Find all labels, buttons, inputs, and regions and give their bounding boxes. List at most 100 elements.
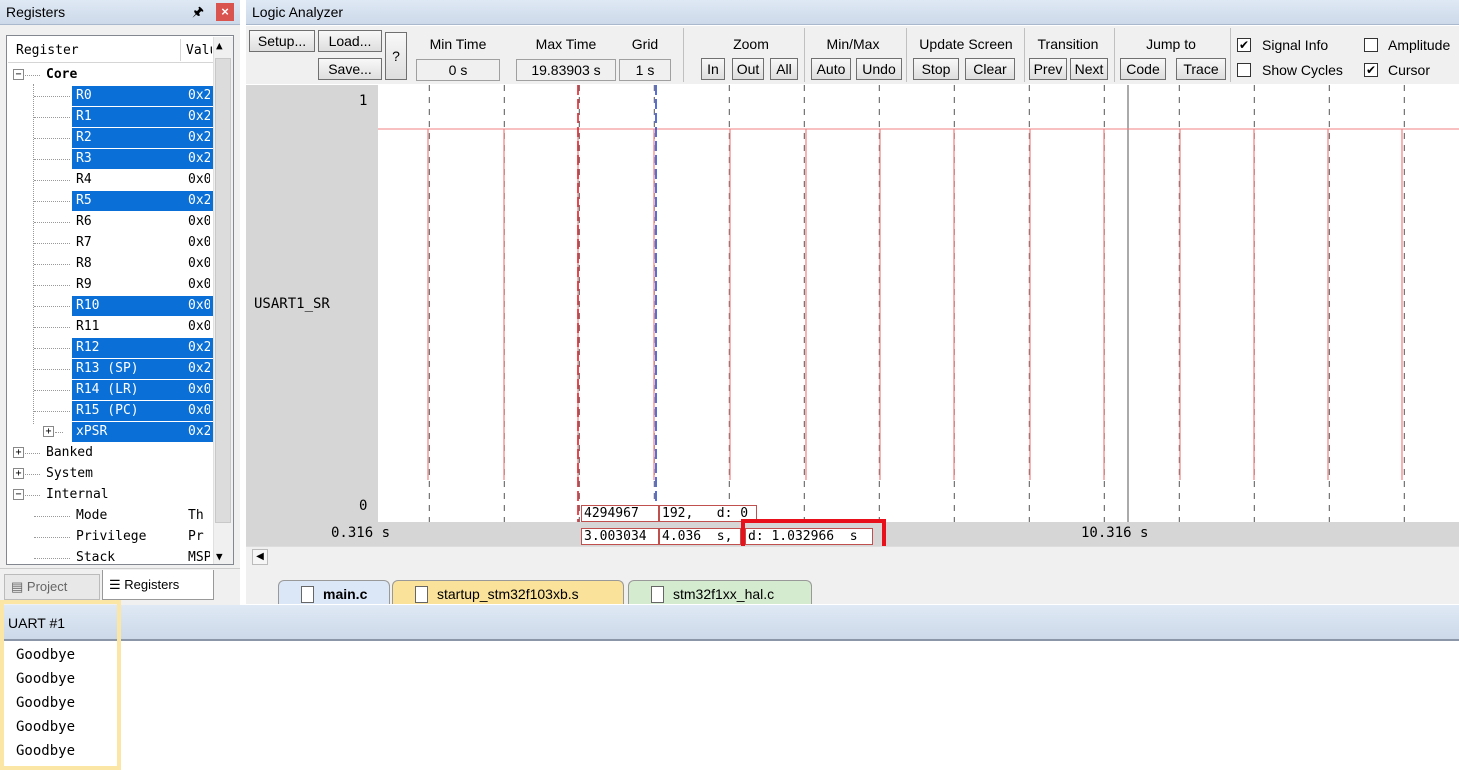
register-row[interactable]: Privilege Pr bbox=[8, 527, 213, 547]
tab-registers-label: Registers bbox=[124, 577, 180, 592]
editor-tab-label: startup_stm32f103xb.s bbox=[437, 586, 579, 602]
signal-info-checkbox[interactable]: ✔ bbox=[1237, 38, 1251, 52]
tree-connector bbox=[34, 96, 70, 97]
expand-icon[interactable]: + bbox=[43, 426, 54, 437]
column-header-register[interactable]: Register bbox=[16, 43, 79, 58]
pin-icon[interactable]: 🖈 bbox=[192, 3, 204, 25]
scroll-down-icon[interactable]: ▼ bbox=[216, 550, 223, 563]
register-row[interactable]: R15 (PC) 0x0 bbox=[8, 401, 214, 421]
project-icon: ▤ bbox=[11, 579, 27, 594]
register-row[interactable]: R11 0x0 bbox=[8, 317, 213, 337]
signal-name-usart1-sr[interactable]: USART1_SR bbox=[254, 296, 330, 312]
tree-connector bbox=[34, 327, 70, 328]
register-row[interactable]: R5 0x2 bbox=[8, 191, 214, 211]
register-row[interactable]: Mode Th bbox=[8, 506, 213, 526]
register-row[interactable]: R12 0x2 bbox=[8, 338, 214, 358]
register-name: R15 (PC) bbox=[72, 401, 139, 421]
tree-connector bbox=[25, 495, 40, 496]
stop-button[interactable]: Stop bbox=[913, 58, 959, 80]
register-name: R0 bbox=[72, 86, 92, 106]
register-row[interactable]: R10 0x0 bbox=[8, 296, 214, 316]
register-row[interactable]: R7 0x0 bbox=[8, 233, 213, 253]
register-row[interactable]: + System bbox=[8, 464, 213, 484]
undo-button[interactable]: Undo bbox=[856, 58, 902, 80]
zoom-in-button[interactable]: In bbox=[701, 58, 725, 80]
registers-icon: ☰ bbox=[109, 577, 125, 592]
panel-tabs: ▤ Project ☰ Registers bbox=[0, 568, 240, 604]
register-row[interactable]: R0 0x2 bbox=[8, 86, 214, 106]
file-icon bbox=[415, 586, 428, 603]
register-row[interactable]: R6 0x0 bbox=[8, 212, 213, 232]
cursor-time-readout: 3.003034 bbox=[581, 528, 659, 545]
register-row[interactable]: + Banked bbox=[8, 443, 213, 463]
register-row[interactable]: Stack MSP bbox=[8, 548, 213, 564]
register-row[interactable]: R1 0x2 bbox=[8, 107, 214, 127]
waveform-plot[interactable] bbox=[378, 85, 1459, 522]
editor-tab-startup[interactable]: startup_stm32f103xb.s bbox=[392, 580, 624, 604]
cursor-current-time-readout: 4.036 s, bbox=[659, 528, 741, 545]
register-name: R2 bbox=[72, 128, 92, 148]
editor-tab-main-c[interactable]: main.c bbox=[278, 580, 390, 604]
zoom-label: Zoom bbox=[733, 36, 769, 52]
next-button[interactable]: Next bbox=[1070, 58, 1108, 80]
scroll-up-icon[interactable]: ▲ bbox=[216, 39, 223, 52]
toolbar-separator bbox=[804, 28, 805, 82]
waveform-svg[interactable] bbox=[378, 85, 1459, 522]
register-row[interactable]: − Core bbox=[8, 65, 213, 85]
trace-button[interactable]: Trace bbox=[1176, 58, 1226, 80]
signal-name-pane: 1 USART1_SR 0 bbox=[246, 85, 378, 522]
register-row[interactable]: R3 0x2 bbox=[8, 149, 214, 169]
time-axis-right-label: 10.316 s bbox=[1081, 525, 1149, 541]
uart-output[interactable]: Goodbye Goodbye Goodbye Goodbye Goodbye bbox=[0, 643, 1459, 770]
register-name: R7 bbox=[76, 235, 92, 250]
editor-tab-hal[interactable]: stm32f1xx_hal.c bbox=[628, 580, 812, 604]
auto-button[interactable]: Auto bbox=[811, 58, 851, 80]
amplitude-checkbox[interactable] bbox=[1364, 38, 1378, 52]
register-name: R13 (SP) bbox=[72, 359, 139, 379]
y-axis-low-label: 0 bbox=[359, 498, 368, 514]
expand-icon[interactable]: + bbox=[13, 468, 24, 479]
zoom-all-button[interactable]: All bbox=[770, 58, 798, 80]
tree-connector bbox=[34, 243, 70, 244]
column-header-value[interactable]: Value bbox=[186, 43, 212, 58]
scroll-left-icon[interactable]: ◀ bbox=[252, 549, 268, 565]
column-separator[interactable] bbox=[180, 39, 181, 61]
register-name: R14 (LR) bbox=[72, 380, 139, 400]
tree-connector bbox=[55, 432, 63, 433]
register-row[interactable]: R9 0x0 bbox=[8, 275, 213, 295]
register-row[interactable]: + xPSR 0x2 bbox=[8, 422, 214, 442]
save-button[interactable]: Save... bbox=[318, 58, 382, 80]
collapse-icon[interactable]: − bbox=[13, 489, 24, 500]
register-row[interactable]: R14 (LR) 0x0 bbox=[8, 380, 214, 400]
editor-tab-strip: main.c startup_stm32f103xb.s stm32f1xx_h… bbox=[246, 568, 1459, 604]
register-row[interactable]: R4 0x0 bbox=[8, 170, 213, 190]
tab-project[interactable]: ▤ Project bbox=[4, 574, 100, 600]
collapse-icon[interactable]: − bbox=[13, 69, 24, 80]
load-button[interactable]: Load... bbox=[318, 30, 382, 52]
zoom-out-button[interactable]: Out bbox=[732, 58, 764, 80]
tree-connector bbox=[34, 558, 70, 559]
help-button[interactable]: ? bbox=[385, 32, 407, 80]
code-button[interactable]: Code bbox=[1120, 58, 1166, 80]
scrollbar-thumb[interactable] bbox=[215, 58, 231, 523]
register-name: R3 bbox=[72, 149, 92, 169]
register-row[interactable]: R2 0x2 bbox=[8, 128, 214, 148]
prev-button[interactable]: Prev bbox=[1029, 58, 1067, 80]
setup-button[interactable]: Setup... bbox=[249, 30, 315, 52]
register-row[interactable]: R8 0x0 bbox=[8, 254, 213, 274]
register-row[interactable]: R13 (SP) 0x2 bbox=[8, 359, 214, 379]
file-icon bbox=[651, 586, 664, 603]
cursor-checkbox[interactable]: ✔ bbox=[1364, 63, 1378, 77]
close-icon[interactable]: × bbox=[216, 3, 234, 21]
max-time-label: Max Time bbox=[535, 36, 597, 52]
expand-icon[interactable]: + bbox=[13, 447, 24, 458]
show-cycles-checkbox[interactable] bbox=[1237, 63, 1251, 77]
register-value: 0x0 bbox=[188, 296, 210, 316]
waveform-horizontal-scrollbar[interactable]: ◀ bbox=[246, 546, 1459, 568]
clear-button[interactable]: Clear bbox=[965, 58, 1015, 80]
register-value: 0x2 bbox=[188, 149, 210, 169]
register-row[interactable]: − Internal bbox=[8, 485, 213, 505]
register-value: 0x0 bbox=[188, 401, 210, 421]
register-name: R5 bbox=[72, 191, 92, 211]
tab-registers[interactable]: ☰ Registers bbox=[102, 570, 214, 600]
